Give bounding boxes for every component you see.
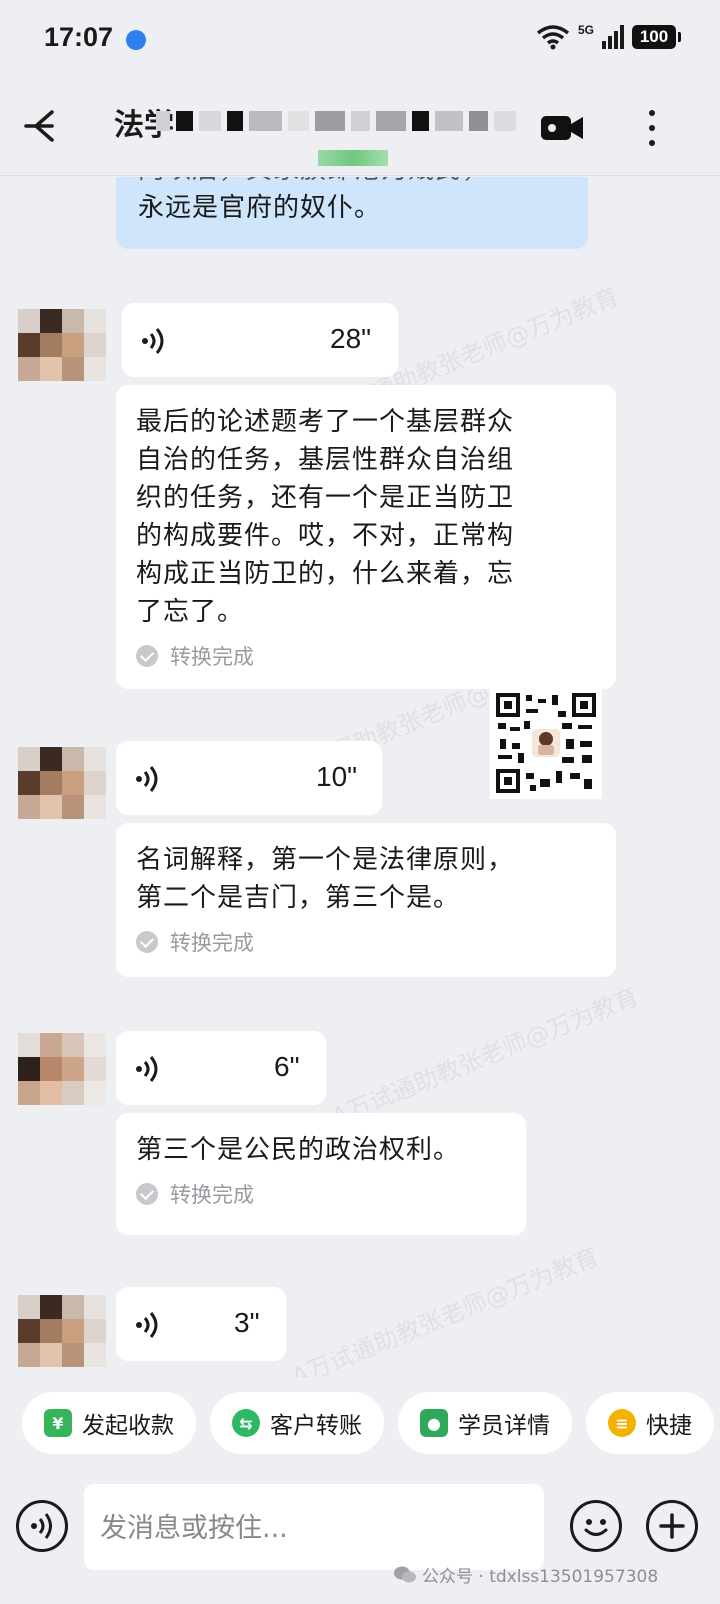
message-input[interactable]: 发消息或按住... xyxy=(84,1484,544,1570)
check-icon xyxy=(136,1183,158,1205)
voice-wave-icon xyxy=(142,328,164,354)
voice-duration: 3" xyxy=(234,1307,260,1338)
wechat-icon xyxy=(394,1566,416,1582)
transcript-bubble[interactable]: 最后的论述题考了一个基层群众 自治的任务，基层性群众自治组 织的任务，还有一个是… xyxy=(116,385,616,689)
voice-wave-icon xyxy=(136,1056,158,1082)
chat-message-list[interactable]: A万试通助教张老师@万为教育 A万试通助教张老师@万为教育 A万试通助教张老师@… xyxy=(0,177,720,1377)
voice-duration: 6" xyxy=(274,1051,300,1082)
transcript-text: 最后的论述题考了一个基层群众 自治的任务，基层性群众自治组 织的任务，还有一个是… xyxy=(136,407,515,627)
voice-message[interactable]: 3" xyxy=(116,1287,286,1361)
conversion-status-label: 转换完成 xyxy=(170,931,254,955)
quick-reply-icon: ≡ xyxy=(608,1409,636,1437)
quick-action-shortcut[interactable]: ≡ 快捷 xyxy=(586,1392,714,1454)
official-account-watermark: 公众号 · tdxlss13501957308 xyxy=(394,1562,658,1587)
check-icon xyxy=(136,645,158,667)
quick-action-label: 发起收款 xyxy=(82,1413,174,1439)
redacted-subtitle xyxy=(318,150,388,166)
avatar[interactable] xyxy=(18,1295,106,1367)
student-icon: ● xyxy=(420,1409,448,1437)
quick-action-student[interactable]: ● 学员详情 xyxy=(398,1392,572,1454)
app-notification-icon xyxy=(126,30,146,50)
voice-message[interactable]: 28" xyxy=(122,303,398,377)
plus-icon xyxy=(659,1513,685,1539)
voice-wave-icon xyxy=(136,1312,158,1338)
avatar[interactable] xyxy=(18,309,106,381)
quick-action-label: 学员详情 xyxy=(458,1413,550,1439)
payment-icon: ¥ xyxy=(44,1409,72,1437)
redacted-contact-name xyxy=(156,98,516,144)
conversion-status-label: 转换完成 xyxy=(170,645,254,669)
quick-action-bar: ¥ 发起收款 ⇆ 客户转账 ● 学员详情 ≡ 快捷 xyxy=(0,1382,720,1468)
network-type: 5G xyxy=(577,23,594,37)
sent-message-bubble[interactable]: 门以后，其家族即沦为贱民， 永远是官府的奴仆。 xyxy=(116,177,588,249)
official-account-label: 公众号 · tdxlss13501957308 xyxy=(422,1567,659,1587)
smile-icon xyxy=(584,1519,608,1536)
quick-action-payment[interactable]: ¥ 发起收款 xyxy=(22,1392,196,1454)
qr-code-image xyxy=(490,687,602,799)
signal-icon xyxy=(602,25,624,49)
voice-message[interactable]: 6" xyxy=(116,1031,326,1105)
status-indicators: 5G 100 xyxy=(536,23,681,50)
transcript-bubble[interactable]: 第三个是公民的政治权利。 转换完成 xyxy=(116,1113,526,1235)
conversion-status: 转换完成 xyxy=(136,641,596,671)
watermark: A万试通助教张老师@万为教育 xyxy=(287,1242,603,1377)
status-bar: 17:07 5G 100 xyxy=(0,0,720,84)
chat-header: 法学 xyxy=(0,84,720,176)
transfer-icon: ⇆ xyxy=(232,1409,260,1437)
status-time: 17:07 xyxy=(44,22,114,52)
voice-wave-icon xyxy=(31,1513,52,1539)
quick-action-transfer[interactable]: ⇆ 客户转账 xyxy=(210,1392,384,1454)
voice-wave-icon xyxy=(136,766,158,792)
quick-action-label: 客户转账 xyxy=(270,1413,362,1439)
watermark: A万试通助教张老师@万为教育 xyxy=(327,982,643,1132)
quick-action-label: 快捷 xyxy=(646,1413,692,1439)
transcript-text: 第三个是公民的政治权利。 xyxy=(136,1135,461,1165)
transcript-bubble[interactable]: 名词解释，第一个是法律原则， 第二个是吉门，第三个是。 转换完成 xyxy=(116,823,616,977)
conversion-status: 转换完成 xyxy=(136,1179,506,1209)
back-arrow-icon[interactable] xyxy=(22,104,66,148)
avatar[interactable] xyxy=(18,747,106,819)
battery-icon: 100 xyxy=(632,25,681,49)
more-options-icon[interactable] xyxy=(640,106,664,150)
voice-duration: 28" xyxy=(330,323,372,354)
conversion-status: 转换完成 xyxy=(136,927,596,957)
video-call-icon[interactable] xyxy=(540,112,584,144)
transcript-text: 名词解释，第一个是法律原则， 第二个是吉门，第三个是。 xyxy=(136,845,515,913)
input-bar: 发消息或按住... 公众号 · tdxlss13501957308 xyxy=(0,1476,720,1604)
more-functions-button[interactable] xyxy=(646,1500,698,1552)
voice-duration: 10" xyxy=(316,761,358,792)
conversion-status-label: 转换完成 xyxy=(170,1183,254,1207)
voice-message[interactable]: 10" xyxy=(116,741,382,815)
message-text: 门以后，其家族即沦为贱民， 永远是官府的奴仆。 xyxy=(138,177,488,223)
wifi-icon xyxy=(536,25,570,50)
avatar[interactable] xyxy=(18,1033,106,1105)
emoji-button[interactable] xyxy=(570,1500,622,1552)
check-icon xyxy=(136,931,158,953)
voice-input-toggle[interactable] xyxy=(16,1500,68,1552)
